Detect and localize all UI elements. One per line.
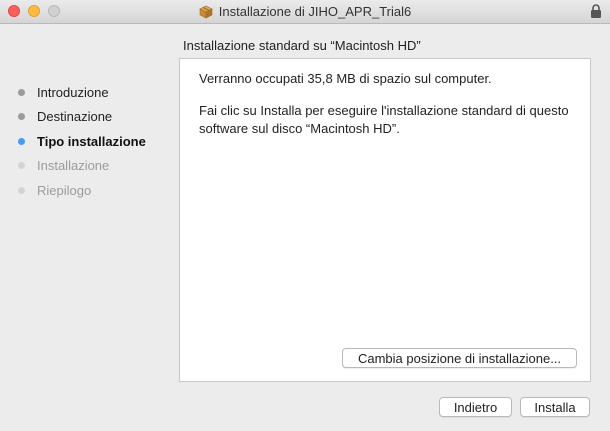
step-destination: Destinazione xyxy=(18,105,146,130)
step-introduction: Introduzione xyxy=(18,80,146,105)
step-status-dot xyxy=(18,113,25,121)
change-install-location-button[interactable]: Cambia posizione di installazione... xyxy=(342,348,577,368)
step-install-type: Tipo installazione xyxy=(18,129,146,154)
install-button[interactable]: Installa xyxy=(520,397,590,417)
step-status-dot xyxy=(18,162,25,170)
step-installation: Installazione xyxy=(18,154,146,179)
install-type-heading: Installazione standard su “Macintosh HD” xyxy=(183,38,421,53)
step-label: Destinazione xyxy=(37,109,113,125)
step-summary: Riepilogo xyxy=(18,178,146,203)
package-icon xyxy=(199,5,213,18)
step-status-dot xyxy=(18,186,25,194)
disk-space-text: Verranno occupati 35,8 MB di spazio sul … xyxy=(199,71,492,86)
step-label: Installazione xyxy=(37,158,110,174)
step-status-dot xyxy=(18,137,25,145)
installer-steps: Introduzione Destinazione Tipo installaz… xyxy=(18,80,146,203)
title-bar[interactable]: Installazione di JIHO_APR_Trial6 xyxy=(0,0,610,24)
back-button[interactable]: Indietro xyxy=(439,397,512,417)
lock-icon xyxy=(591,4,601,18)
window-title: Installazione di JIHO_APR_Trial6 xyxy=(218,4,412,19)
step-label: Introduzione xyxy=(37,84,109,100)
content-panel: Verranno occupati 35,8 MB di spazio sul … xyxy=(179,58,591,382)
install-instruction-text: Fai clic su Installa per eseguire l'inst… xyxy=(199,103,569,136)
window-title-group: Installazione di JIHO_APR_Trial6 xyxy=(0,0,610,23)
step-label: Riepilogo xyxy=(37,182,92,198)
step-status-dot xyxy=(18,88,25,96)
step-label: Tipo installazione xyxy=(37,133,146,149)
installer-window: Installazione di JIHO_APR_Trial6 Install… xyxy=(0,0,610,431)
